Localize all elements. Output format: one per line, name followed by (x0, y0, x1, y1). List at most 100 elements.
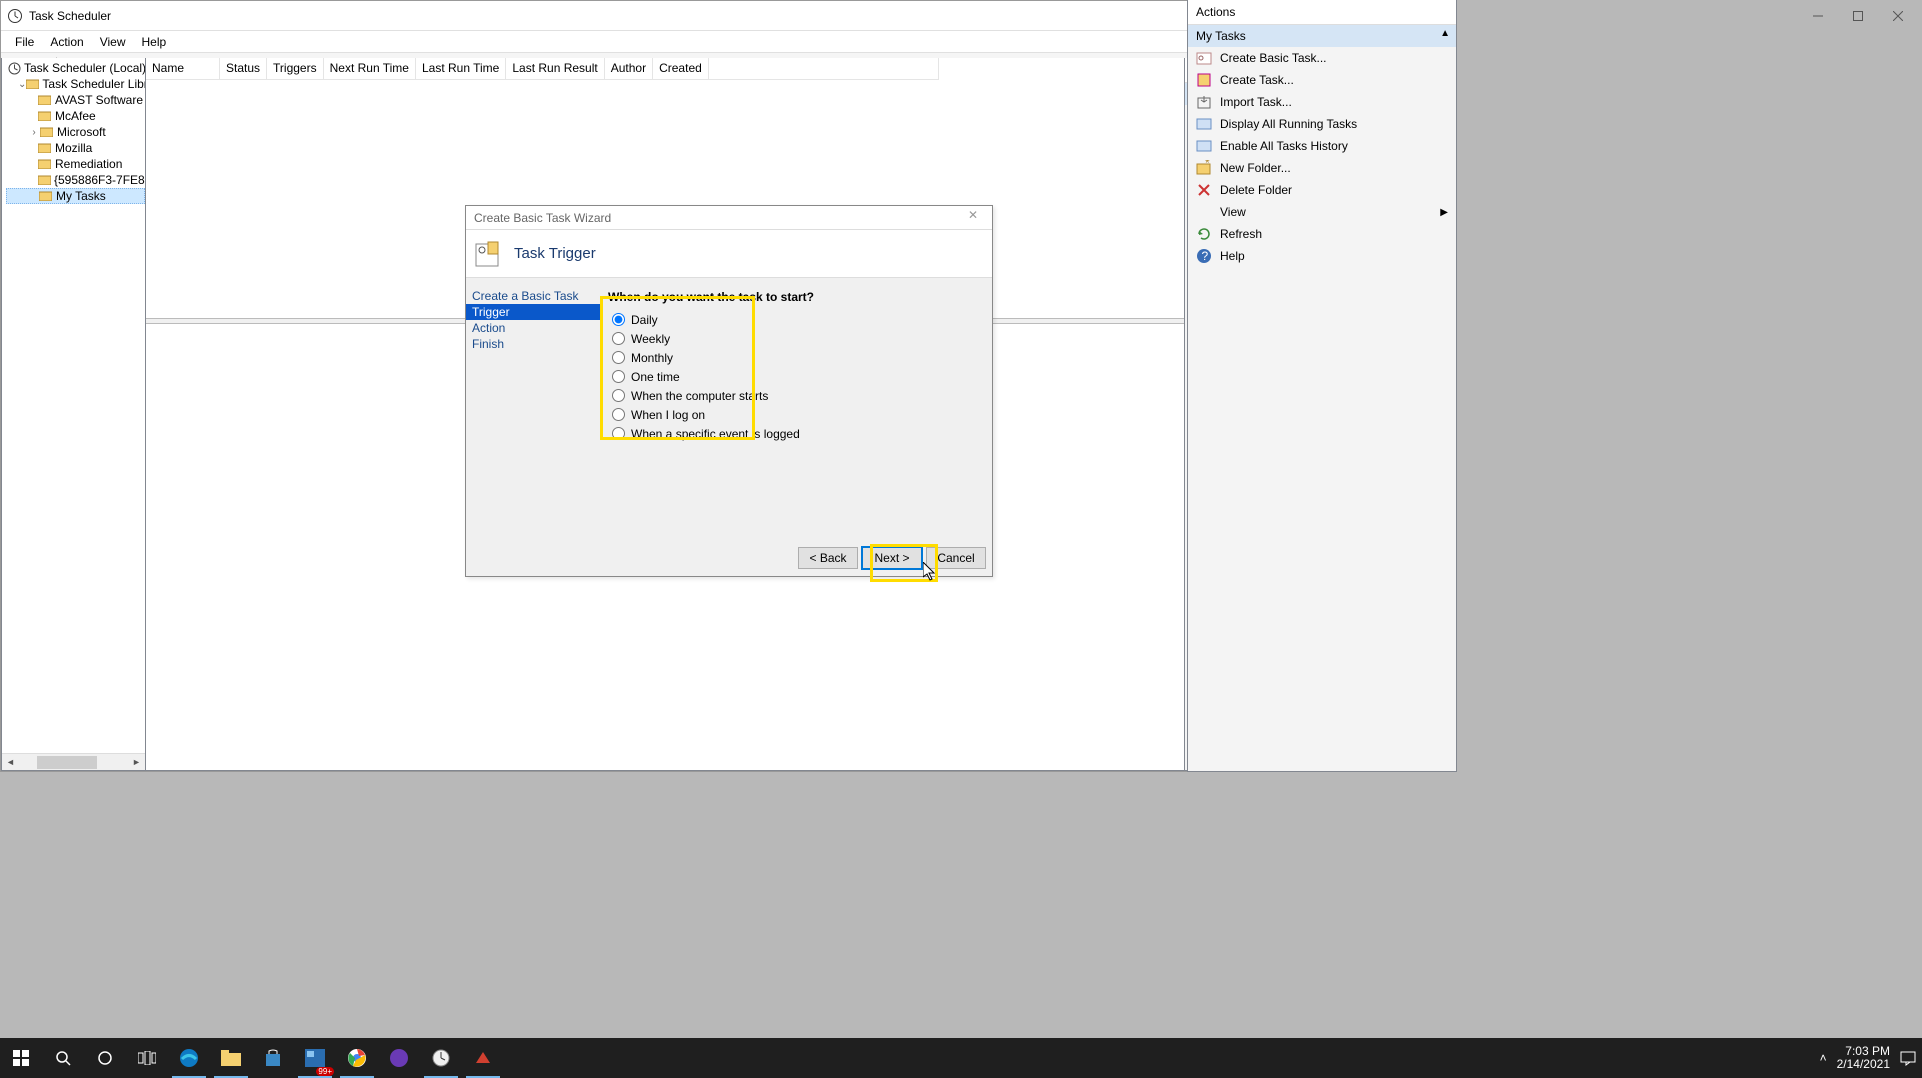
col-next-run[interactable]: Next Run Time (324, 58, 416, 79)
taskbar-scheduler[interactable] (420, 1038, 462, 1078)
taskview-button[interactable] (126, 1038, 168, 1078)
maximize-button[interactable] (1838, 2, 1878, 30)
wizard-step-basic[interactable]: Create a Basic Task (466, 288, 600, 304)
folder-del-icon (1196, 182, 1212, 198)
tray-expand-icon[interactable]: ˄ (1820, 1051, 1827, 1065)
cortana-button[interactable] (84, 1038, 126, 1078)
col-last-result[interactable]: Last Run Result (506, 58, 604, 79)
radio-when-the-computer-starts[interactable]: When the computer starts (608, 386, 992, 405)
wizard-close-button[interactable]: ✕ (958, 208, 988, 228)
wizard-step-finish[interactable]: Finish (466, 336, 600, 352)
action-label: View (1220, 205, 1246, 219)
col-created[interactable]: Created (653, 58, 709, 79)
action-create-task[interactable]: Create Task... (1188, 69, 1456, 91)
cancel-button[interactable]: Cancel (926, 547, 986, 569)
app-icon (7, 8, 23, 24)
col-author[interactable]: Author (605, 58, 653, 79)
taskbar-clock[interactable]: 7:03 PM 2/14/2021 (1837, 1045, 1890, 1071)
menu-action[interactable]: Action (42, 33, 91, 51)
radio-when-a-specific-event-is-logged[interactable]: When a specific event is logged (608, 424, 992, 443)
action-view[interactable]: View▶ (1188, 201, 1456, 223)
col-triggers[interactable]: Triggers (267, 58, 324, 79)
taskbar-store[interactable] (252, 1038, 294, 1078)
radio-input[interactable] (612, 370, 625, 383)
notifications-icon[interactable] (1900, 1050, 1916, 1066)
close-button[interactable] (1878, 2, 1918, 30)
list-header: Name Status Triggers Next Run Time Last … (146, 58, 939, 80)
back-button[interactable]: < Back (798, 547, 858, 569)
tree-item-remediation[interactable]: Remediation (6, 156, 145, 172)
wizard-step-action[interactable]: Action (466, 320, 600, 336)
wizard-step-trigger[interactable]: Trigger (466, 304, 600, 320)
taskbar-app-1[interactable]: 99+ (294, 1038, 336, 1078)
radio-when-i-log-on[interactable]: When I log on (608, 405, 992, 424)
radio-input[interactable] (612, 389, 625, 402)
col-last-run[interactable]: Last Run Time (416, 58, 506, 79)
menu-help[interactable]: Help (134, 33, 175, 51)
radio-input[interactable] (612, 313, 625, 326)
tree-item-microsoft[interactable]: ›Microsoft (6, 124, 145, 140)
tree-library[interactable]: ⌄ Task Scheduler Library (6, 76, 145, 92)
system-tray[interactable]: ˄ 7:03 PM 2/14/2021 (1820, 1038, 1916, 1078)
action-help[interactable]: ?Help (1188, 245, 1456, 267)
action-enable-all-tasks-history[interactable]: Enable All Tasks History (1188, 135, 1456, 157)
actions-header: Actions (1188, 0, 1456, 25)
radio-monthly[interactable]: Monthly (608, 348, 992, 367)
action-display-all-running-tasks[interactable]: Display All Running Tasks (1188, 113, 1456, 135)
scroll-left-icon[interactable]: ◄ (2, 757, 19, 767)
menu-file[interactable]: File (7, 33, 42, 51)
wizard-nav: Create a Basic Task Trigger Action Finis… (466, 280, 600, 540)
action-import-task[interactable]: Import Task... (1188, 91, 1456, 113)
radio-daily[interactable]: Daily (608, 310, 992, 329)
taskbar-app-2[interactable] (378, 1038, 420, 1078)
actions-pane-right: Actions My Tasks▲ Create Basic Task... Cr… (1187, 0, 1457, 772)
action-new-folder[interactable]: *New Folder... (1188, 157, 1456, 179)
actions-group[interactable]: My Tasks▲ (1188, 25, 1456, 47)
tree-item-mytasks[interactable]: My Tasks (6, 188, 145, 204)
tree-pane: Task Scheduler (Local) ⌄ Task Scheduler … (1, 58, 146, 771)
wizard-titlebar[interactable]: Create Basic Task Wizard ✕ (466, 206, 992, 230)
running-icon (1196, 116, 1212, 132)
radio-weekly[interactable]: Weekly (608, 329, 992, 348)
next-button[interactable]: Next > (862, 547, 922, 569)
folder-icon (38, 110, 52, 122)
action-create-basic-task[interactable]: Create Basic Task... (1188, 47, 1456, 69)
radio-one-time[interactable]: One time (608, 367, 992, 386)
taskbar-app-3[interactable] (462, 1038, 504, 1078)
action-delete-folder[interactable]: Delete Folder (1188, 179, 1456, 201)
taskbar-explorer[interactable] (210, 1038, 252, 1078)
action-label: Create Basic Task... (1220, 51, 1327, 65)
tree-item-avast[interactable]: AVAST Software (6, 92, 145, 108)
col-status[interactable]: Status (220, 58, 267, 79)
tree-item-guid[interactable]: {595886F3-7FE8-966B- (6, 172, 145, 188)
col-name[interactable]: Name (146, 58, 220, 79)
minimize-button[interactable] (1798, 2, 1838, 30)
radio-input[interactable] (612, 332, 625, 345)
menu-view[interactable]: View (92, 33, 134, 51)
tree-root[interactable]: Task Scheduler (Local) (6, 60, 145, 76)
search-button[interactable] (42, 1038, 84, 1078)
scroll-right-icon[interactable]: ► (128, 757, 145, 767)
scroll-thumb[interactable] (37, 756, 97, 769)
tree-label: AVAST Software (55, 93, 143, 107)
window-title: Task Scheduler (29, 9, 1334, 23)
start-button[interactable] (0, 1038, 42, 1078)
task-icon (1196, 72, 1212, 88)
horizontal-scrollbar[interactable]: ◄ ► (2, 753, 145, 770)
action-label: Help (1220, 249, 1245, 263)
taskbar-chrome[interactable] (336, 1038, 378, 1078)
collapse-icon[interactable]: ▲ (1440, 28, 1450, 39)
clock-date: 2/14/2021 (1837, 1058, 1890, 1071)
radio-input[interactable] (612, 351, 625, 364)
folder-icon (39, 190, 53, 202)
twist-icon[interactable]: ⌄ (18, 79, 26, 90)
taskbar[interactable]: 99+ ˄ 7:03 PM 2/14/2021 (0, 1038, 1922, 1078)
radio-input[interactable] (612, 427, 625, 440)
twist-icon[interactable]: › (28, 127, 40, 138)
action-refresh[interactable]: Refresh (1188, 223, 1456, 245)
radio-input[interactable] (612, 408, 625, 421)
tree-item-mcafee[interactable]: McAfee (6, 108, 145, 124)
taskbar-edge[interactable] (168, 1038, 210, 1078)
tree-item-mozilla[interactable]: Mozilla (6, 140, 145, 156)
folder-icon (38, 142, 52, 154)
